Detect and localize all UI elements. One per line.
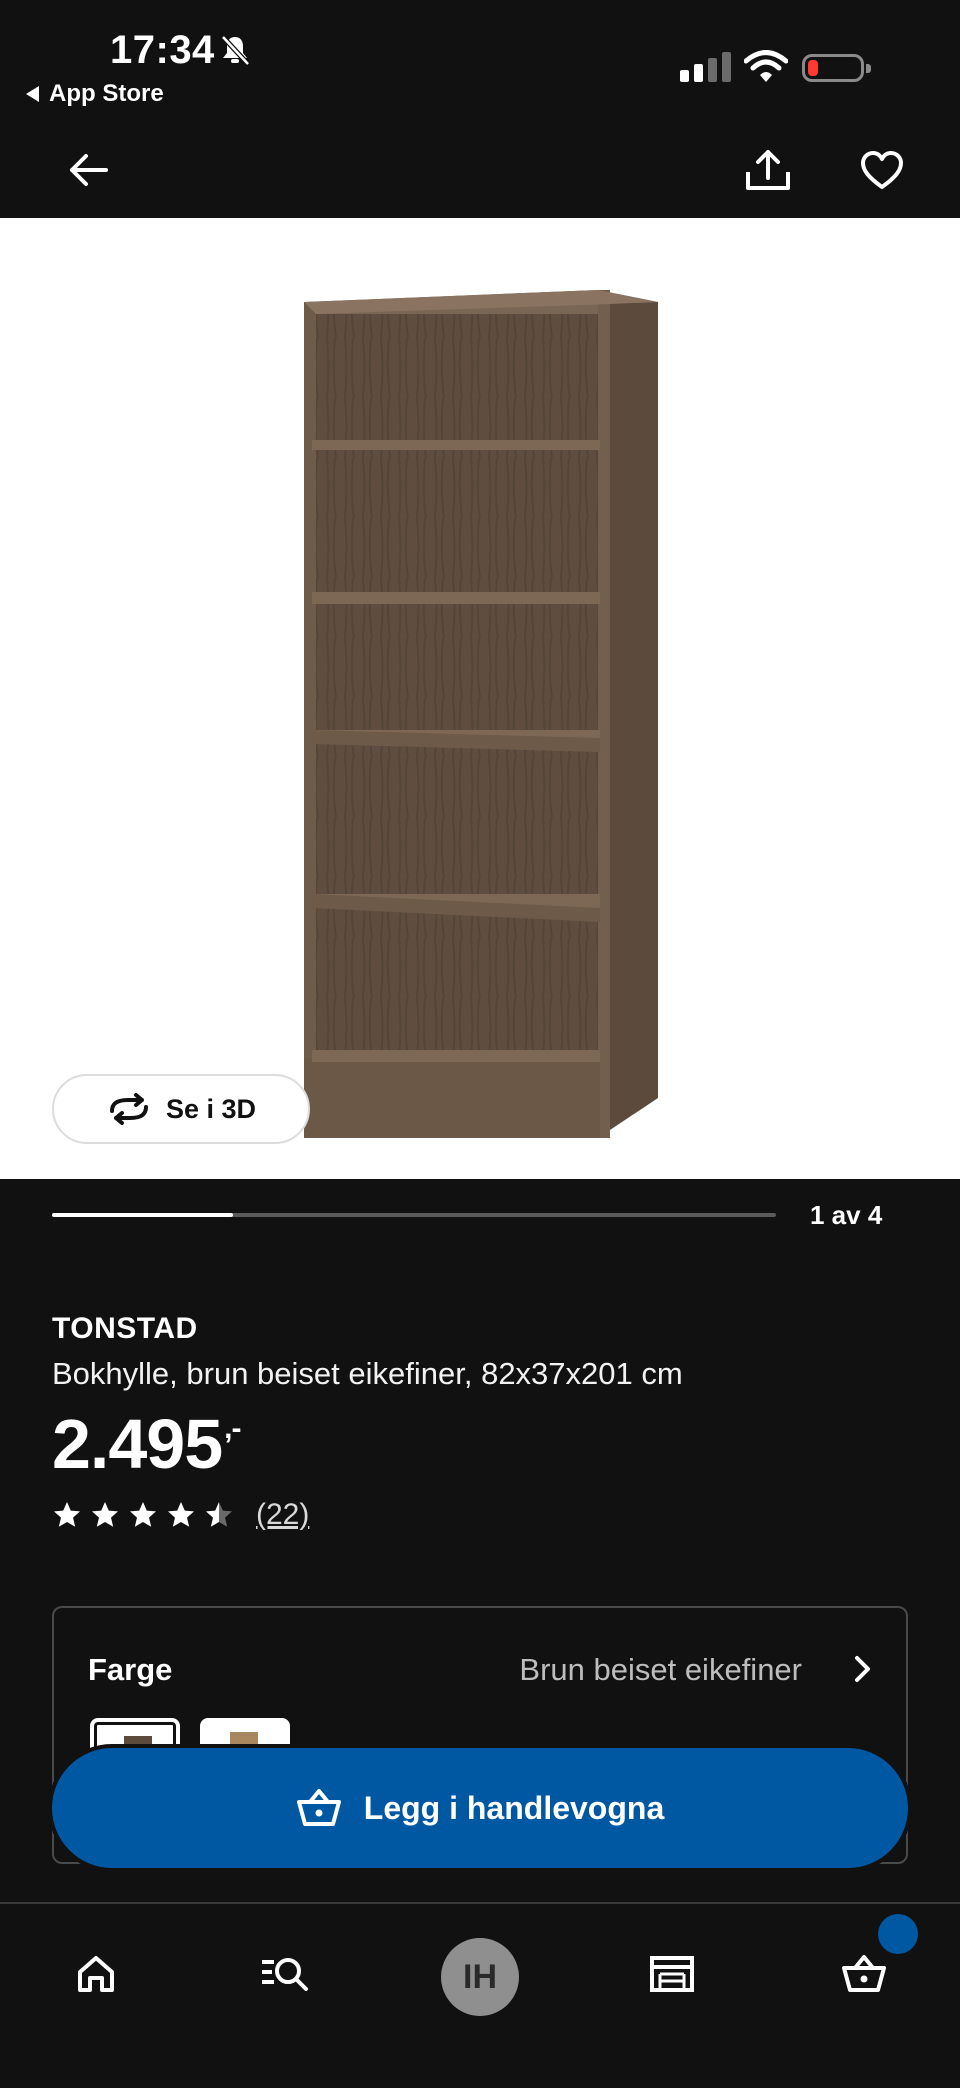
view-3d-button[interactable]: Se i 3D [52, 1074, 310, 1144]
price-value: 2.495 [52, 1405, 223, 1483]
gallery-progress-fill [52, 1213, 233, 1217]
basket-icon [296, 1789, 341, 1826]
profile-avatar[interactable]: IH [441, 1938, 519, 2016]
add-to-cart-label: Legg i handlevogna [363, 1789, 665, 1826]
gallery-counter: 1 av 4 [810, 1200, 883, 1230]
cart-badge [878, 1914, 918, 1954]
gallery-progress-bar [52, 1213, 776, 1217]
add-to-cart-button[interactable]: Legg i handlevogna [52, 1748, 908, 1868]
star-icon [54, 1502, 80, 1527]
bookshelf-image [304, 290, 658, 1138]
status-time: 17:34 [110, 28, 215, 72]
price-suffix: ,- [224, 1412, 241, 1445]
star-icon [206, 1502, 232, 1527]
status-bar: 17:34 App Store [0, 0, 960, 120]
favorite-button[interactable] [852, 140, 912, 200]
product-rating[interactable]: (22) [52, 1498, 309, 1532]
color-value: Brun beiset eikefiner [519, 1652, 802, 1687]
bell-slash-icon [220, 34, 250, 71]
tab-search[interactable] [246, 1934, 326, 2014]
tab-stores[interactable] [632, 1934, 712, 2014]
product-name: TONSTAD [52, 1312, 198, 1345]
rating-count[interactable]: (22) [256, 1498, 309, 1532]
back-triangle-icon [26, 86, 39, 102]
arrow-left-icon [70, 154, 108, 186]
heart-icon [861, 151, 903, 189]
search-icon [262, 1958, 308, 1991]
cart-icon [842, 1955, 886, 1992]
top-navigation [0, 120, 960, 218]
store-icon [650, 1956, 694, 1992]
home-icon [78, 1956, 114, 1992]
share-icon [746, 150, 790, 190]
rotate-3d-icon [109, 1093, 148, 1125]
battery-icon [802, 54, 871, 82]
back-to-app-store[interactable]: App Store [26, 80, 164, 108]
product-price: 2.495,- [52, 1404, 242, 1484]
rating-stars [52, 1500, 234, 1530]
share-button[interactable] [738, 140, 798, 200]
back-button[interactable] [58, 140, 118, 200]
view-3d-label: Se i 3D [165, 1093, 257, 1124]
bottom-tab-bar: IH [0, 1902, 960, 2088]
product-description: Bokhylle, brun beiset eikefiner, 82x37x2… [52, 1356, 683, 1391]
product-image-gallery[interactable]: Se i 3D [0, 218, 960, 1179]
cellular-signal-icon [680, 52, 731, 82]
star-icon [168, 1502, 194, 1527]
tab-home[interactable] [56, 1934, 136, 2014]
star-icon [92, 1502, 118, 1527]
star-icon [130, 1502, 156, 1527]
wifi-icon [743, 50, 789, 89]
back-app-label: App Store [49, 80, 164, 107]
color-label: Farge [88, 1652, 173, 1687]
chevron-right-icon[interactable] [852, 1654, 874, 1689]
